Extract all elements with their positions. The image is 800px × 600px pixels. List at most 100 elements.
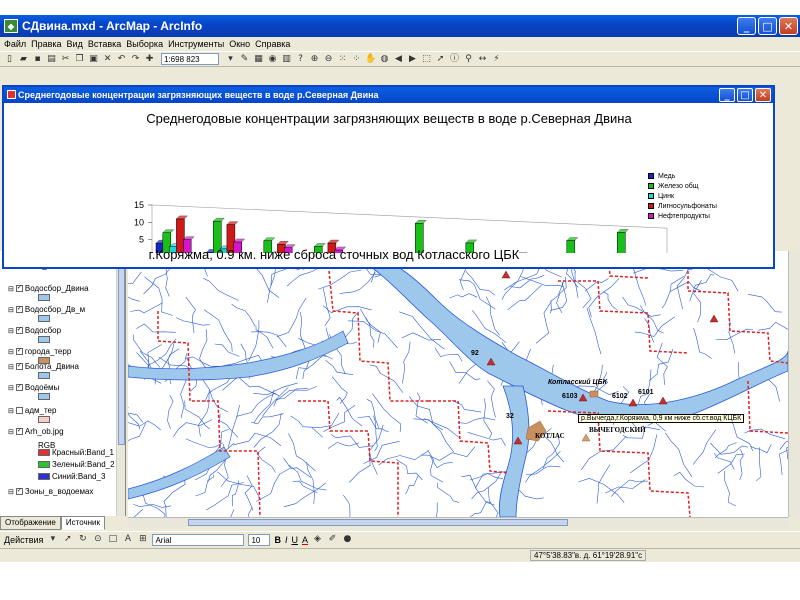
toc-layer-11[interactable]: Зеленый:Band_2 bbox=[38, 460, 115, 469]
map-vertical-scrollbar[interactable] bbox=[788, 251, 800, 517]
pan-icon[interactable]: ✋ bbox=[365, 54, 376, 65]
measure-icon[interactable]: ↔ bbox=[477, 54, 488, 65]
chart-window[interactable]: Среднегодовые концентрации загрязняющих … bbox=[2, 85, 775, 269]
toc-layer-2[interactable]: ⊟ ✓ Водосбор_Дв_м bbox=[8, 305, 85, 314]
chart-window-titlebar[interactable]: Среднегодовые концентрации загрязняющих … bbox=[4, 87, 773, 103]
expand-toggle-icon[interactable]: ⊟ bbox=[8, 306, 14, 314]
print-icon[interactable]: ▤ bbox=[46, 54, 57, 65]
dropdown-arrow-icon[interactable]: ▾ bbox=[47, 534, 58, 545]
new-document-icon[interactable]: ▯ bbox=[4, 54, 15, 65]
underline-button[interactable]: U bbox=[291, 535, 298, 545]
layer-visibility-checkbox[interactable]: ✓ bbox=[15, 363, 23, 370]
menu-tools[interactable]: Инструменты bbox=[168, 39, 224, 49]
paste-icon[interactable]: ▣ bbox=[88, 54, 99, 65]
fixed-zoom-in-icon[interactable]: ⁙ bbox=[337, 54, 348, 65]
map-view[interactable]: 92 32 Котласский ЦБК 6103 6102 6101 КОТЛ… bbox=[128, 251, 788, 517]
chart-minimize-button[interactable]: _ bbox=[719, 88, 735, 102]
italic-button[interactable]: I bbox=[285, 535, 288, 545]
tab-display[interactable]: Отображение bbox=[0, 516, 61, 530]
bold-button[interactable]: B bbox=[274, 535, 281, 545]
expand-toggle-icon[interactable]: ⊟ bbox=[8, 327, 14, 335]
redo-icon[interactable]: ↷ bbox=[130, 54, 141, 65]
close-button[interactable]: ✕ bbox=[779, 17, 798, 35]
select-pointer-icon[interactable]: ➚ bbox=[62, 534, 73, 545]
layer-visibility-checkbox[interactable]: ✓ bbox=[15, 327, 23, 334]
toc-layer-8[interactable]: ⊟ ✓ Arh_ob.jpg bbox=[8, 427, 64, 436]
editor-icon[interactable]: ✎ bbox=[239, 54, 250, 65]
menu-window[interactable]: Окно bbox=[229, 39, 250, 49]
toc-layer-6[interactable]: ⊟ ✓ Водоёмы bbox=[8, 383, 59, 392]
catalog-icon[interactable]: ▥ bbox=[281, 54, 292, 65]
text-tool-icon[interactable]: A bbox=[122, 534, 133, 545]
menu-help[interactable]: Справка bbox=[255, 39, 290, 49]
tab-source[interactable]: Источник bbox=[60, 516, 106, 530]
menu-edit[interactable]: Правка bbox=[31, 39, 61, 49]
arctoolbox-icon[interactable]: ▦ bbox=[253, 54, 264, 65]
identify-icon[interactable]: ⓘ bbox=[449, 54, 460, 65]
menu-selection[interactable]: Выборка bbox=[126, 39, 163, 49]
menu-insert[interactable]: Вставка bbox=[88, 39, 121, 49]
expand-toggle-icon[interactable]: ⊟ bbox=[8, 488, 14, 496]
cut-icon[interactable]: ✂ bbox=[60, 54, 71, 65]
toc-layer-13[interactable]: ⊟ ✓ Зоны_в_водоемах bbox=[8, 487, 93, 496]
layer-visibility-checkbox[interactable]: ✓ bbox=[15, 488, 23, 495]
delete-icon[interactable]: ✕ bbox=[102, 54, 113, 65]
toc-layer-5[interactable]: ⊟ ✓ Болота_Двина bbox=[8, 362, 79, 371]
expand-toggle-icon[interactable]: ⊟ bbox=[8, 407, 14, 415]
window-titlebar[interactable]: ◆ СДвина.mxd - ArcMap - ArcInfo _ □ ✕ bbox=[0, 15, 800, 37]
chart-maximize-button[interactable]: □ bbox=[737, 88, 753, 102]
toc-layer-7[interactable]: ⊟ адм_тер bbox=[8, 406, 56, 415]
marker-color-icon[interactable]: ● bbox=[342, 534, 353, 545]
python-icon[interactable]: ◉ bbox=[267, 54, 278, 65]
toc-layer-1[interactable]: ⊟ ✓ Водосбор_Двина bbox=[8, 284, 89, 293]
layer-visibility-checkbox[interactable]: ✓ bbox=[15, 306, 23, 313]
font-color-button[interactable]: A bbox=[302, 535, 308, 545]
layer-visibility-checkbox[interactable]: ✓ bbox=[15, 384, 23, 391]
new-text-icon[interactable]: ⊞ bbox=[137, 534, 148, 545]
font-size-select[interactable]: 10 bbox=[248, 533, 271, 546]
toc-layer-4[interactable]: ⊟ ✓ города_терр bbox=[8, 347, 71, 356]
zoom-whole-icon[interactable]: ⊙ bbox=[92, 534, 103, 545]
open-folder-icon[interactable]: ▰ bbox=[18, 54, 29, 65]
drawing-actions-button[interactable]: Действия bbox=[4, 535, 43, 545]
find-icon[interactable]: ⚲ bbox=[463, 54, 474, 65]
full-extent-icon[interactable]: ◍ bbox=[379, 54, 390, 65]
undo-icon[interactable]: ↶ bbox=[116, 54, 127, 65]
select-features-icon[interactable]: ⬚ bbox=[421, 54, 432, 65]
expand-toggle-icon[interactable]: ⊟ bbox=[8, 428, 14, 436]
chart-close-button[interactable]: ✕ bbox=[755, 88, 771, 102]
rectangle-icon[interactable]: □ bbox=[107, 534, 118, 545]
help-icon[interactable]: ? bbox=[295, 54, 306, 65]
toc-scrollbar[interactable] bbox=[116, 251, 125, 516]
save-icon[interactable]: ▪ bbox=[32, 54, 43, 65]
toc-layer-10[interactable]: Красный:Band_1 bbox=[38, 448, 114, 457]
toc-layer-3[interactable]: ⊟ ✓ Водосбор bbox=[8, 326, 61, 335]
map-horizontal-scrollbar[interactable] bbox=[128, 517, 788, 527]
menu-file[interactable]: Файл bbox=[4, 39, 26, 49]
layer-visibility-checkbox[interactable]: ✓ bbox=[15, 285, 23, 292]
zoom-in-icon[interactable]: ⊕ bbox=[309, 54, 320, 65]
expand-toggle-icon[interactable]: ⊟ bbox=[8, 363, 14, 371]
back-icon[interactable]: ◀ bbox=[393, 54, 404, 65]
expand-toggle-icon[interactable]: ⊟ bbox=[8, 285, 14, 293]
maximize-button[interactable]: □ bbox=[758, 17, 777, 35]
fill-color-icon[interactable]: ◈ bbox=[312, 534, 323, 545]
expand-toggle-icon[interactable]: ⊟ bbox=[8, 384, 14, 392]
layer-visibility-checkbox[interactable]: ✓ bbox=[15, 428, 23, 435]
font-name-select[interactable]: Arial bbox=[152, 533, 245, 546]
layer-visibility-checkbox[interactable] bbox=[15, 407, 23, 414]
select-elements-icon[interactable]: ➚ bbox=[435, 54, 446, 65]
line-color-icon[interactable]: ✐ bbox=[327, 534, 338, 545]
hyperlink-icon[interactable]: ⚡ bbox=[491, 54, 502, 65]
rotate-icon[interactable]: ↻ bbox=[77, 534, 88, 545]
zoom-out-icon[interactable]: ⊖ bbox=[323, 54, 334, 65]
expand-toggle-icon[interactable]: ⊟ bbox=[8, 348, 14, 356]
fixed-zoom-out-icon[interactable]: ⁘ bbox=[351, 54, 362, 65]
dropdown-arrow-icon[interactable]: ▾ bbox=[225, 54, 236, 65]
scale-input[interactable]: 1:698 823 bbox=[161, 53, 219, 65]
menu-view[interactable]: Вид bbox=[67, 39, 83, 49]
forward-icon[interactable]: ▶ bbox=[407, 54, 418, 65]
copy-icon[interactable]: ❐ bbox=[74, 54, 85, 65]
minimize-button[interactable]: _ bbox=[737, 17, 756, 35]
add-data-icon[interactable]: ✚ bbox=[144, 54, 155, 65]
